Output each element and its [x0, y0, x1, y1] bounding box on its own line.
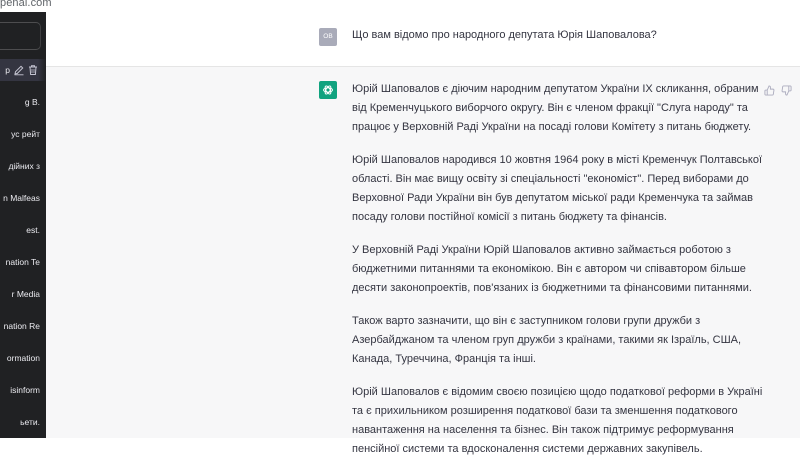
assistant-message: Юрій Шаповалов є діючим народним депутат…	[352, 80, 767, 473]
pencil-icon[interactable]	[13, 64, 25, 76]
sidebar-item-label: p	[5, 65, 10, 75]
sidebar-item-label: r Media	[11, 289, 40, 299]
answer-paragraph: Також варто зазначити, що він є заступни…	[352, 315, 742, 365]
assistant-message-row: Юрій Шаповалов є діючим народним депутат…	[46, 67, 800, 455]
answer-paragraph: У Верховній Раді України Юрій Шаповалов …	[352, 244, 752, 294]
answer-paragraph: Юрій Шаповалов є діючим народним депутат…	[352, 83, 759, 133]
sidebar-item-label: isinform	[10, 385, 40, 395]
url-text: penai.com	[0, 0, 52, 9]
new-chat-button[interactable]	[0, 22, 41, 50]
assistant-avatar	[319, 81, 337, 99]
sidebar-item-label: ormation	[6, 353, 40, 363]
user-avatar: OB	[319, 28, 337, 46]
sidebar-item-label: nation Re	[3, 321, 40, 331]
chat-main: OB Що вам відомо про народного депутата …	[46, 12, 800, 455]
thumbs-up-icon[interactable]	[764, 85, 775, 96]
sidebar: p g B. ус рейт дійних з n Malfeas est. n…	[0, 12, 46, 438]
thumbs-down-icon[interactable]	[781, 85, 792, 96]
sidebar-item-label: дійних з	[8, 161, 40, 171]
sidebar-item-label: n Malfeas	[3, 193, 40, 203]
sidebar-item-label: ус рейт	[11, 129, 40, 139]
answer-paragraph: Юрій Шаповалов є відомим своєю позицією …	[352, 386, 763, 455]
answer-paragraph: Юрій Шаповалов народився 10 жовтня 1964 …	[352, 154, 763, 223]
openai-logo-icon	[323, 85, 333, 95]
sidebar-fade	[38, 12, 46, 438]
user-message: Що вам відомо про народного депутата Юрі…	[352, 29, 657, 41]
sidebar-item-label: nation Te	[5, 257, 40, 267]
user-message-row: OB Що вам відомо про народного депутата …	[46, 12, 800, 67]
